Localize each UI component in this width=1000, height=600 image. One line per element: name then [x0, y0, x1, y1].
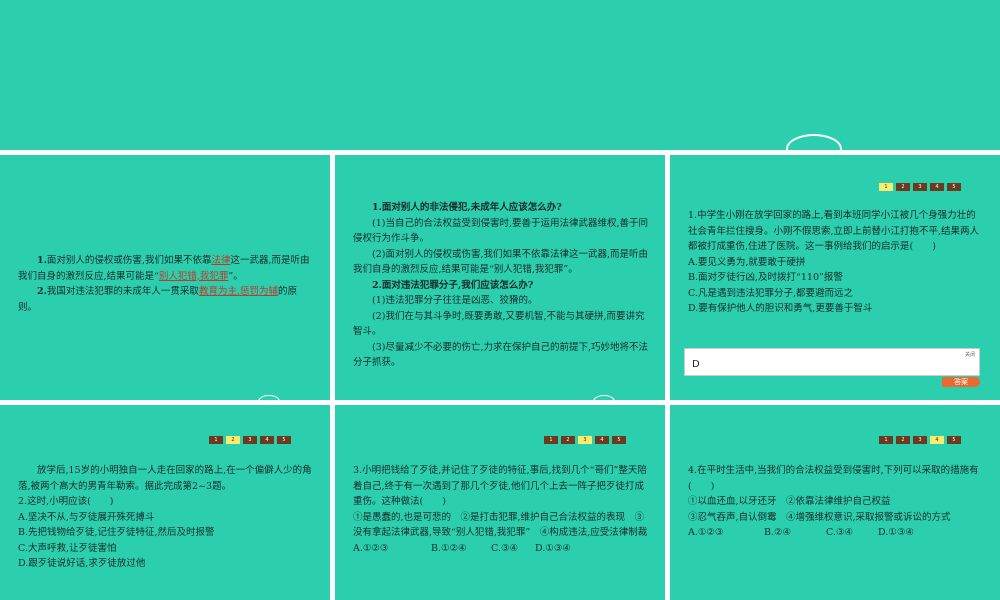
answer-button[interactable]: 答案 — [942, 377, 980, 387]
pager-item[interactable]: 1 — [544, 436, 558, 444]
pager-item[interactable]: 4 — [595, 436, 609, 444]
question-3-text: 3.小明把钱给了歹徒,并记住了歹徒的特征,事后,找到几个“哥们”整天陪着自己,终… — [353, 463, 649, 556]
top-slide-banner — [0, 0, 1000, 164]
pager-item[interactable]: 2 — [226, 436, 240, 444]
pager-item[interactable]: 3 — [913, 436, 927, 444]
option-b: B.②④ — [764, 527, 792, 538]
option-a: A.①②③ — [688, 527, 724, 538]
question-2-text: 放学后,15岁的小明独自一人走在回家的路上,在一个偏僻人少的角落,被两个高大的男… — [18, 463, 314, 572]
slide-1-text: 1.面对别人的侵权或伤害,我们如果不依靠法律这一武器,而是听由我们自身的激烈反应… — [18, 255, 310, 313]
slide-2-summary[interactable]: 1.面对别人的非法侵犯,未成年人应该怎么办? (1)当自己的合法权益受到侵害时,… — [335, 155, 665, 400]
option-a: A.坚决不从,与歹徒展开殊死搏斗 — [18, 511, 155, 523]
option-b: B.①②④ — [431, 542, 467, 554]
slide-6-question-4[interactable]: 1 2 3 4 5 4.在平时生活中,当我们的合法权益受到侵害时,下列可以采取的… — [670, 405, 1000, 600]
option-b: B.先把钱物给歹徒,记住歹徒特征,然后及时报警 — [18, 527, 215, 538]
slide-1-fill-in[interactable]: 1.面对别人的侵权或伤害,我们如果不依靠法律这一武器,而是听由我们自身的激烈反应… — [0, 155, 330, 400]
options-row: A.①②③ B.①②④ C.③④ D.①③④ — [353, 541, 649, 557]
option-b: B.面对歹徒行凶,及时拨打“110”报警 — [688, 272, 843, 283]
pager-item[interactable]: 2 — [896, 183, 910, 191]
pager-item[interactable]: 2 — [896, 436, 910, 444]
blank-answer: 法律 — [211, 255, 231, 266]
blank-answer: 教育为主,惩罚为辅 — [198, 286, 278, 297]
option-c: C.③④ — [826, 527, 853, 538]
slide-3-question-1[interactable]: 1 2 3 4 5 1.中学生小刚在放学回家的路上,看到本班同学小江被几个身强力… — [670, 155, 1000, 400]
pager-item[interactable]: 1 — [879, 436, 893, 444]
option-a: A.①②③ — [353, 542, 389, 554]
question-pager: 1 2 3 4 5 — [879, 183, 961, 191]
blank-answer: 别人犯错,我犯罪 — [158, 270, 229, 282]
pager-item[interactable]: 4 — [260, 436, 274, 444]
option-c: C.大声呼救,让歹徒害怕 — [18, 542, 117, 554]
pager-item[interactable]: 3 — [913, 183, 927, 191]
close-button[interactable]: 关闭 — [965, 351, 975, 358]
pager-item[interactable]: 3 — [243, 436, 257, 444]
decorative-arc — [593, 395, 615, 400]
option-c: C.③④ — [491, 542, 518, 554]
answer-label: 答案 — [954, 378, 968, 386]
pager-item[interactable]: 5 — [277, 436, 291, 444]
option-d: D.①③④ — [878, 527, 914, 538]
question-4-text: 4.在平时生活中,当我们的合法权益受到侵害时,下列可以采取的措施有( ) ①以血… — [688, 463, 984, 541]
question-1-text: 1.中学生小刚在放学回家的路上,看到本班同学小江被几个身强力壮的社会青年拦住搜身… — [688, 208, 984, 317]
question-pager: 1 2 3 4 5 — [544, 436, 626, 444]
answer-value: D — [692, 359, 700, 370]
option-d: D.①③④ — [535, 542, 571, 554]
options-row: A.①②③ B.②④ C.③④ D.①③④ — [688, 525, 984, 541]
pager-item[interactable]: 4 — [930, 183, 944, 191]
pager-item[interactable]: 2 — [561, 436, 575, 444]
pager-item[interactable]: 1 — [209, 436, 223, 444]
pager-item[interactable]: 3 — [578, 436, 592, 444]
option-a: A.要见义勇为,就要敢于硬拼 — [688, 256, 806, 268]
option-c: C.凡是遇到违法犯罪分子,都要避而远之 — [688, 287, 853, 299]
decorative-arc — [258, 395, 280, 400]
question-pager: 1 2 3 4 5 — [209, 436, 291, 444]
pager-item[interactable]: 1 — [879, 183, 893, 191]
slide-4-question-2[interactable]: 1 2 3 4 5 放学后,15岁的小明独自一人走在回家的路上,在一个偏僻人少的… — [0, 405, 330, 600]
pager-item[interactable]: 4 — [930, 436, 944, 444]
pager-item[interactable]: 5 — [947, 183, 961, 191]
answer-box: 关闭 D — [684, 348, 980, 376]
option-d: D.跟歹徒说好话,求歹徒放过他 — [18, 558, 146, 569]
pager-item[interactable]: 5 — [612, 436, 626, 444]
option-d: D.要有保护他人的胆识和勇气,更要善于智斗 — [688, 303, 873, 314]
slide-2-text: 1.面对别人的非法侵犯,未成年人应该怎么办? (1)当自己的合法权益受到侵害时,… — [353, 202, 648, 368]
question-pager: 1 2 3 4 5 — [879, 436, 961, 444]
slide-5-question-3[interactable]: 1 2 3 4 5 3.小明把钱给了歹徒,并记住了歹徒的特征,事后,找到几个“哥… — [335, 405, 665, 600]
pager-item[interactable]: 5 — [947, 436, 961, 444]
